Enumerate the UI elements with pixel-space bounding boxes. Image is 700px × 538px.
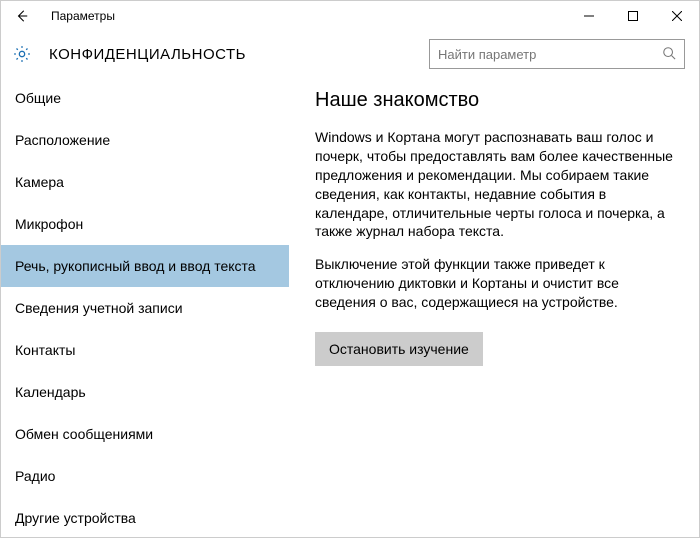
sidebar-item-label: Сведения учетной записи	[15, 300, 183, 316]
sidebar-item-5[interactable]: Сведения учетной записи	[1, 287, 289, 329]
sidebar-item-9[interactable]: Радио	[1, 455, 289, 497]
sidebar-item-1[interactable]: Расположение	[1, 119, 289, 161]
window-title: Параметры	[51, 9, 115, 23]
minimize-button[interactable]	[567, 1, 611, 31]
sidebar-item-label: Общие	[15, 90, 61, 106]
content: Общие Расположение Камера Микрофон Речь, рук…	[1, 77, 699, 537]
sidebar-item-2[interactable]: Камера	[1, 161, 289, 203]
search-input[interactable]	[438, 47, 662, 62]
sidebar-item-label: Обмен сообщениями	[15, 426, 153, 442]
window-controls	[567, 1, 699, 31]
section-heading: Наше знакомство	[315, 89, 677, 112]
minimize-icon	[584, 11, 594, 21]
sidebar: Общие Расположение Камера Микрофон Речь, рук…	[1, 77, 289, 537]
header: КОНФИДЕНЦИАЛЬНОСТЬ	[1, 31, 699, 77]
sidebar-item-label: Другие устройства	[15, 510, 136, 526]
sidebar-item-label: Радио	[15, 468, 55, 484]
settings-gear-icon	[11, 43, 33, 65]
sidebar-item-7[interactable]: Календарь	[1, 371, 289, 413]
arrow-left-icon	[15, 9, 29, 23]
page-heading: КОНФИДЕНЦИАЛЬНОСТЬ	[49, 46, 246, 63]
main-panel: Наше знакомство Windows и Кортана могут …	[289, 77, 699, 537]
sidebar-item-4[interactable]: Речь, рукописный ввод и ввод текста	[1, 245, 289, 287]
sidebar-item-label: Речь, рукописный ввод и ввод текста	[15, 258, 256, 274]
titlebar: Параметры	[1, 1, 699, 31]
sidebar-item-label: Микрофон	[15, 216, 83, 232]
back-button[interactable]	[7, 1, 37, 31]
sidebar-item-label: Календарь	[15, 384, 86, 400]
stop-learning-button[interactable]: Остановить изучение	[315, 332, 483, 366]
close-icon	[672, 11, 682, 21]
sidebar-item-label: Расположение	[15, 132, 110, 148]
sidebar-item-0[interactable]: Общие	[1, 77, 289, 119]
maximize-icon	[628, 11, 638, 21]
description-paragraph-1: Windows и Кортана могут распознавать ваш…	[315, 128, 677, 241]
search-icon	[662, 46, 676, 63]
sidebar-item-6[interactable]: Контакты	[1, 329, 289, 371]
sidebar-item-8[interactable]: Обмен сообщениями	[1, 413, 289, 455]
sidebar-item-label: Контакты	[15, 342, 75, 358]
sidebar-item-label: Камера	[15, 174, 64, 190]
maximize-button[interactable]	[611, 1, 655, 31]
sidebar-item-3[interactable]: Микрофон	[1, 203, 289, 245]
description-paragraph-2: Выключение этой функции также приведет к…	[315, 255, 677, 312]
close-button[interactable]	[655, 1, 699, 31]
sidebar-item-10[interactable]: Другие устройства	[1, 497, 289, 537]
search-box[interactable]	[429, 39, 685, 69]
